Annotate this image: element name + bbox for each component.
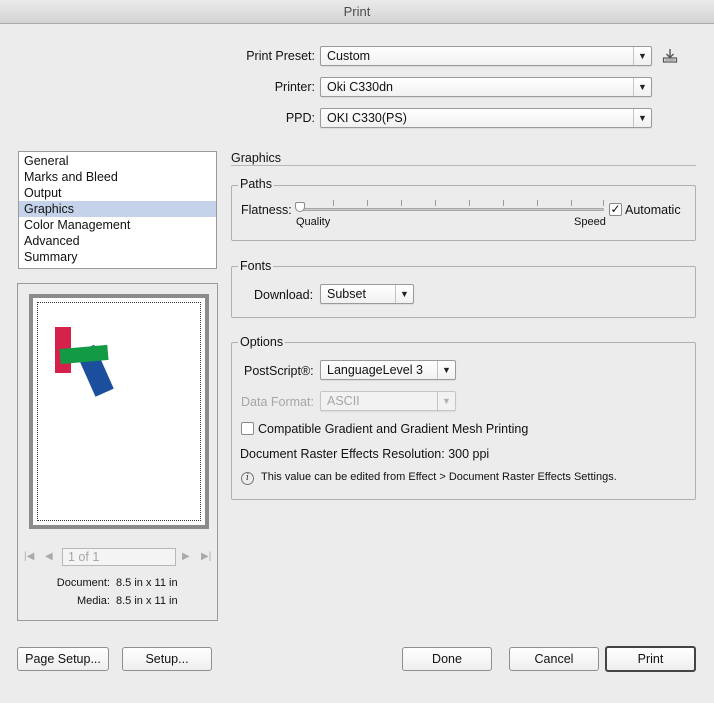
flatness-slider-thumb[interactable] bbox=[295, 202, 305, 212]
printer-select[interactable]: Oki C330dn ▼ bbox=[320, 77, 652, 97]
previous-page-icon[interactable]: ◀ bbox=[45, 548, 53, 566]
raster-resolution-text: Document Raster Effects Resolution: 300 … bbox=[240, 447, 490, 461]
slider-tick bbox=[367, 200, 368, 206]
slider-tick bbox=[537, 200, 538, 206]
chevron-down-icon: ▼ bbox=[437, 361, 455, 379]
section-heading: Graphics bbox=[231, 151, 282, 165]
print-preset-value: Custom bbox=[327, 49, 371, 63]
speed-label: Speed bbox=[574, 216, 606, 228]
media-size-value: 8.5 in x 11 in bbox=[116, 595, 178, 607]
slider-tick bbox=[571, 200, 572, 206]
printer-value: Oki C330dn bbox=[327, 80, 394, 94]
page-number-field[interactable]: 1 of 1 bbox=[62, 548, 176, 566]
print-preset-select[interactable]: Custom ▼ bbox=[320, 46, 652, 66]
info-icon: i bbox=[241, 472, 254, 485]
sidebar-item-summary[interactable]: Summary bbox=[19, 249, 216, 265]
last-page-icon[interactable]: ▶| bbox=[201, 548, 211, 566]
data-format-select: ASCII ▼ bbox=[320, 391, 456, 411]
raster-info-text: This value can be edited from Effect > D… bbox=[261, 471, 617, 483]
category-list: General Marks and Bleed Output Graphics … bbox=[18, 151, 217, 269]
download-select[interactable]: Subset ▼ bbox=[320, 284, 414, 304]
postscript-level-select[interactable]: LanguageLevel 3 ▼ bbox=[320, 360, 456, 380]
data-format-label: Data Format: bbox=[241, 395, 314, 409]
chevron-down-icon: ▼ bbox=[633, 109, 651, 127]
setup-button[interactable]: Setup... bbox=[122, 647, 212, 671]
sidebar-item-output[interactable]: Output bbox=[19, 185, 216, 201]
preview-frame bbox=[29, 294, 209, 529]
chevron-down-icon: ▼ bbox=[437, 392, 455, 410]
postscript-label: PostScript®: bbox=[244, 364, 314, 378]
flatness-label: Flatness: bbox=[241, 203, 292, 217]
chevron-down-icon: ▼ bbox=[633, 47, 651, 65]
page-setup-button[interactable]: Page Setup... bbox=[17, 647, 109, 671]
document-size-label: Document: bbox=[56, 577, 110, 589]
ppd-label: PPD: bbox=[285, 111, 315, 125]
quality-label: Quality bbox=[296, 216, 331, 228]
slider-tick bbox=[503, 200, 504, 206]
slider-tick bbox=[333, 200, 334, 206]
slider-tick bbox=[469, 200, 470, 206]
ppd-value: OKI C330(PS) bbox=[327, 111, 407, 125]
cancel-button[interactable]: Cancel bbox=[509, 647, 599, 671]
media-size-label: Media: bbox=[76, 595, 110, 607]
slider-tick bbox=[603, 200, 604, 206]
printer-label: Printer: bbox=[274, 80, 315, 94]
automatic-label: Automatic bbox=[625, 203, 681, 217]
data-format-value: ASCII bbox=[327, 394, 360, 408]
options-title: Options bbox=[238, 335, 286, 349]
sidebar-item-advanced[interactable]: Advanced bbox=[19, 233, 216, 249]
slider-tick bbox=[401, 200, 402, 206]
document-size-value: 8.5 in x 11 in bbox=[116, 577, 178, 589]
compatible-gradient-checkbox[interactable] bbox=[241, 422, 254, 435]
compatible-gradient-label: Compatible Gradient and Gradient Mesh Pr… bbox=[258, 422, 529, 436]
next-page-icon[interactable]: ▶ bbox=[182, 548, 190, 566]
print-preview: |◀ ◀ 1 of 1 ▶ ▶| Document: 8.5 in x 11 i… bbox=[17, 283, 218, 621]
sidebar-item-general[interactable]: General bbox=[19, 153, 216, 169]
window-title: Print bbox=[0, 0, 714, 24]
done-button[interactable]: Done bbox=[402, 647, 492, 671]
sidebar-item-color-management[interactable]: Color Management bbox=[19, 217, 216, 233]
sidebar-item-graphics[interactable]: Graphics bbox=[19, 201, 216, 217]
fonts-title: Fonts bbox=[238, 259, 274, 273]
chevron-down-icon: ▼ bbox=[633, 78, 651, 96]
ppd-select[interactable]: OKI C330(PS) ▼ bbox=[320, 108, 652, 128]
print-button[interactable]: Print bbox=[605, 646, 696, 672]
save-preset-icon[interactable] bbox=[660, 46, 680, 66]
sidebar-item-marks-and-bleed[interactable]: Marks and Bleed bbox=[19, 169, 216, 185]
postscript-level-value: LanguageLevel 3 bbox=[327, 363, 423, 377]
heading-divider bbox=[231, 165, 696, 166]
print-preset-label: Print Preset: bbox=[246, 49, 315, 63]
first-page-icon[interactable]: |◀ bbox=[24, 548, 34, 566]
download-value: Subset bbox=[327, 287, 366, 301]
preview-page[interactable] bbox=[33, 298, 205, 525]
download-label: Download: bbox=[254, 288, 314, 302]
automatic-checkbox[interactable]: ✓ bbox=[609, 203, 622, 216]
paths-title: Paths bbox=[238, 177, 274, 191]
flatness-slider-track[interactable] bbox=[300, 208, 604, 211]
slider-tick bbox=[435, 200, 436, 206]
chevron-down-icon: ▼ bbox=[395, 285, 413, 303]
